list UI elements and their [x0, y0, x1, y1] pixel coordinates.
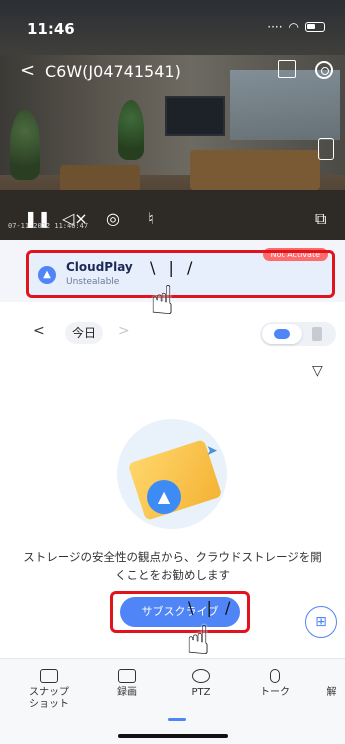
- cloud-icon: [274, 329, 290, 339]
- toolbar-label: トーク: [260, 687, 290, 698]
- battery-icon: [305, 22, 325, 32]
- toolbar-ptz[interactable]: PTZ: [178, 669, 224, 699]
- resolution-icon: [323, 669, 341, 683]
- back-icon[interactable]: <: [20, 60, 35, 81]
- grid-menu-button[interactable]: ⊞: [305, 606, 337, 638]
- date-label[interactable]: 今日: [65, 322, 103, 344]
- bottom-toolbar: スナップ ショット 録画 PTZ トーク 解: [0, 658, 345, 744]
- microphone-icon[interactable]: ♮: [148, 209, 154, 228]
- previous-day-icon[interactable]: <: [33, 323, 45, 339]
- video-scene-plant: [10, 110, 40, 180]
- picture-in-picture-icon[interactable]: [318, 138, 334, 160]
- microphone-icon: [270, 669, 280, 683]
- filter-icon[interactable]: ▽: [312, 363, 323, 379]
- camera-title: C6W(J04741541): [45, 62, 181, 81]
- toggle-selected: [262, 324, 302, 344]
- toolbar-resolution[interactable]: 解: [318, 669, 345, 699]
- ptz-icon: [192, 669, 210, 683]
- ptz-view-icon[interactable]: ◎: [106, 209, 120, 228]
- storage-source-toggle[interactable]: [260, 322, 336, 346]
- settings-icon[interactable]: [315, 61, 333, 79]
- toolbar-label: スナップ ショット: [29, 687, 69, 710]
- fullscreen-icon[interactable]: ⧉: [315, 209, 326, 229]
- date-navigation: < 今日 >: [0, 318, 345, 348]
- cloud-upload-icon: ▲: [147, 480, 181, 514]
- toolbar-record[interactable]: 録画: [104, 669, 150, 699]
- status-time: 11:46: [27, 20, 75, 38]
- home-indicator: [118, 734, 228, 738]
- paper-plane-icon: ➤: [206, 443, 218, 459]
- share-icon[interactable]: [278, 60, 296, 78]
- video-timestamp: 07-11-2022 11:46:47: [8, 222, 89, 230]
- toolbar-snapshot[interactable]: スナップ ショット: [26, 669, 72, 711]
- video-controls: ❚❚ ◁× ◎ ♮ ⧉: [0, 205, 345, 235]
- next-day-icon[interactable]: >: [118, 323, 130, 339]
- video-scene-tv: [165, 96, 225, 136]
- camera-icon: [40, 669, 58, 683]
- toolbar-scroll-indicator: [168, 718, 186, 721]
- toolbar-talk[interactable]: トーク: [252, 669, 298, 699]
- toolbar-label: 録画: [117, 687, 137, 698]
- camera-header: < C6W(J04741541): [0, 58, 345, 86]
- toolbar-label: 解: [326, 687, 337, 698]
- tap-indicator-icon: \ | /: [188, 598, 235, 617]
- wifi-icon: ◠: [288, 20, 299, 34]
- sd-card-icon[interactable]: [312, 327, 322, 341]
- empty-state-message: ストレージの安全性の観点から、クラウドストレージを開くことをお勧めします: [23, 550, 322, 582]
- signal-icon: ····: [267, 20, 283, 34]
- tap-indicator-icon: \ | /: [150, 258, 197, 277]
- video-record-icon: [118, 669, 136, 683]
- status-bar: 11:46 ···· ◠: [0, 0, 345, 50]
- status-indicators: ···· ◠: [267, 20, 325, 34]
- video-scene-plant: [118, 100, 144, 160]
- video-scene-sofa: [190, 150, 320, 190]
- toolbar-label: PTZ: [191, 687, 211, 698]
